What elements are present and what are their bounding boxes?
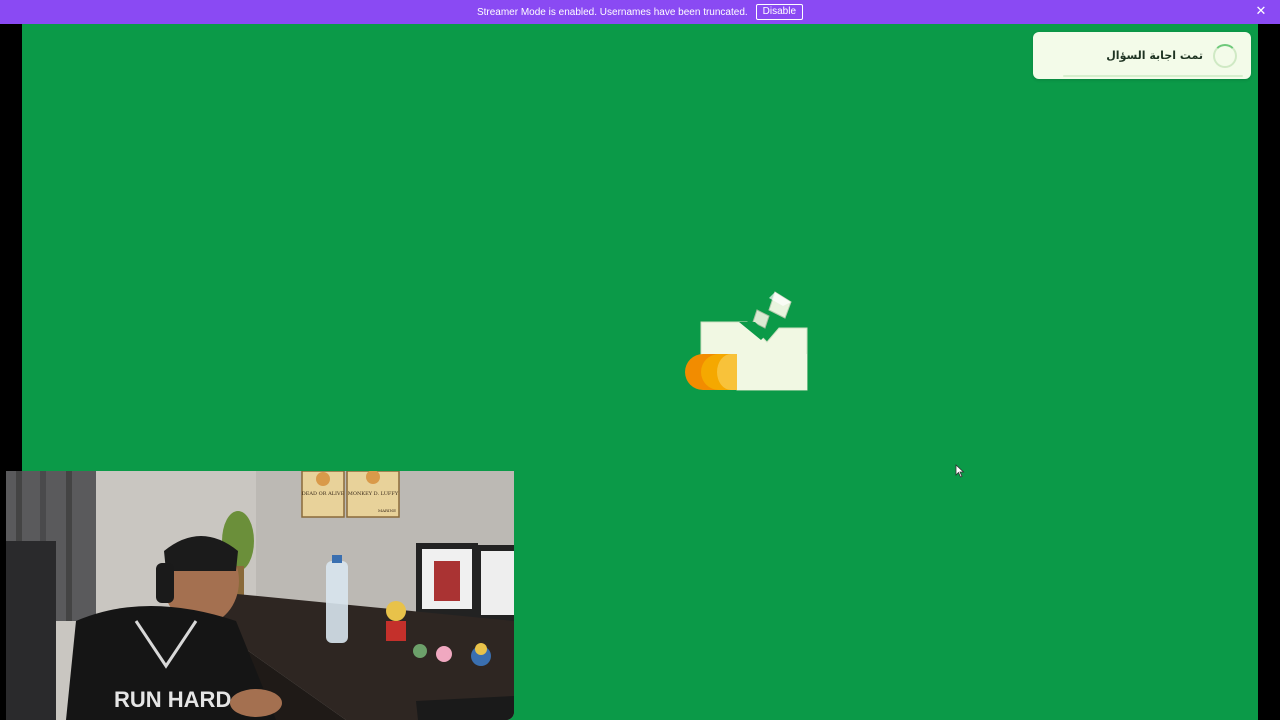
toast-progress-bar: [1063, 75, 1243, 77]
folder-arrow-logo: [685, 291, 808, 391]
toast-message: تمت اجابة السؤال: [1106, 49, 1203, 62]
mouse-cursor-icon: [955, 464, 965, 478]
shirt-text: RUN HARD: [114, 687, 231, 712]
right-gutter: [1258, 24, 1280, 720]
answered-toast: تمت اجابة السؤال: [1033, 32, 1251, 79]
close-icon[interactable]: ✕: [1254, 5, 1268, 19]
poster-text: DEAD OR ALIVE: [302, 491, 345, 497]
poster-text: MONKEY D. LUFFY: [348, 491, 399, 497]
streamer-mode-message: Streamer Mode is enabled. Usernames have…: [476, 6, 748, 18]
headset-icon: [156, 563, 174, 603]
cube-icon: [768, 291, 792, 319]
loading-spinner-icon: [1213, 43, 1237, 68]
streamer-mode-banner: Streamer Mode is enabled. Usernames have…: [0, 0, 1280, 24]
webcam-feed: DEAD OR ALIVE MONKEY D. LUFFY MARINE RUN…: [6, 471, 514, 720]
disable-streamer-mode-button[interactable]: Disable: [755, 4, 804, 20]
poster-text: MARINE: [378, 508, 396, 513]
poster-frame: DEAD OR ALIVE MONKEY D. LUFFY MARINE: [301, 471, 400, 518]
